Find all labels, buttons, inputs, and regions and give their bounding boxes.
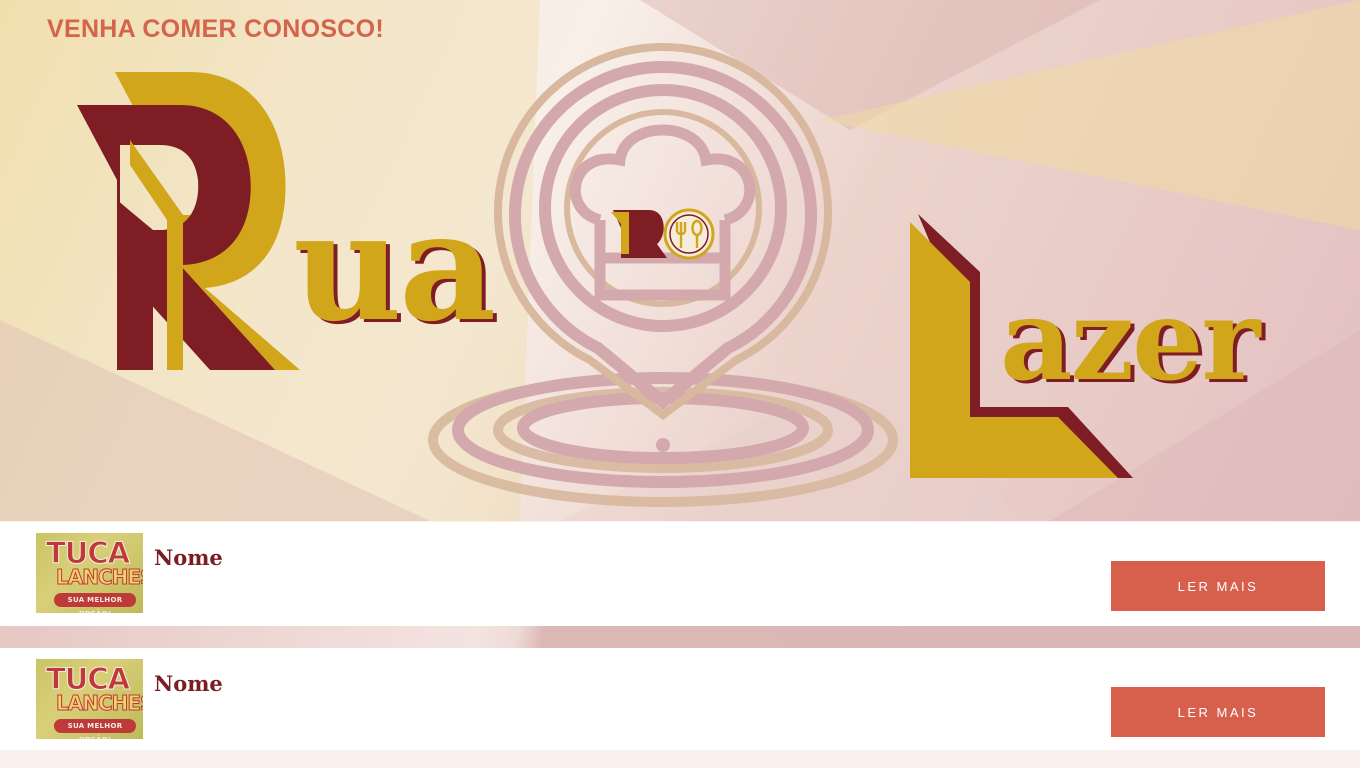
- item-thumbnail: TUCA LANCHES SUA MELHOR OPÇÃO!: [36, 659, 143, 739]
- list-item: TUCA LANCHES SUA MELHOR OPÇÃO! Nome LER …: [0, 648, 1366, 750]
- thumb-subtitle: LANCHES: [55, 691, 143, 715]
- read-more-button[interactable]: LER MAIS: [1111, 561, 1325, 611]
- thumb-slogan: SUA MELHOR OPÇÃO!: [54, 719, 136, 739]
- thumb-title: TUCA: [45, 536, 130, 570]
- badge-logo-icon: [611, 208, 715, 260]
- item-name: Nome: [154, 671, 223, 696]
- tagline: VENHA COMER CONOSCO!: [47, 15, 385, 43]
- scrollbar[interactable]: [1360, 0, 1366, 768]
- logo-letter-r: [77, 72, 300, 370]
- logo-word-azer: azer: [1000, 275, 1260, 406]
- item-name: Nome: [154, 545, 223, 570]
- thumb-subtitle: LANCHES: [55, 565, 143, 589]
- logo-word-rua: ua: [293, 179, 496, 355]
- hero-banner: VENHA COMER CONOSCO! ua azer: [0, 0, 1360, 521]
- item-thumbnail: TUCA LANCHES SUA MELHOR OPÇÃO!: [36, 533, 143, 613]
- section-divider: [0, 626, 1360, 648]
- read-more-button[interactable]: LER MAIS: [1111, 687, 1325, 737]
- thumb-slogan: SUA MELHOR OPÇÃO!: [54, 593, 136, 613]
- thumb-title: TUCA: [45, 662, 130, 696]
- list-item: TUCA LANCHES SUA MELHOR OPÇÃO! Nome LER …: [0, 522, 1366, 626]
- chef-hat-location-pin-icon: [428, 43, 898, 507]
